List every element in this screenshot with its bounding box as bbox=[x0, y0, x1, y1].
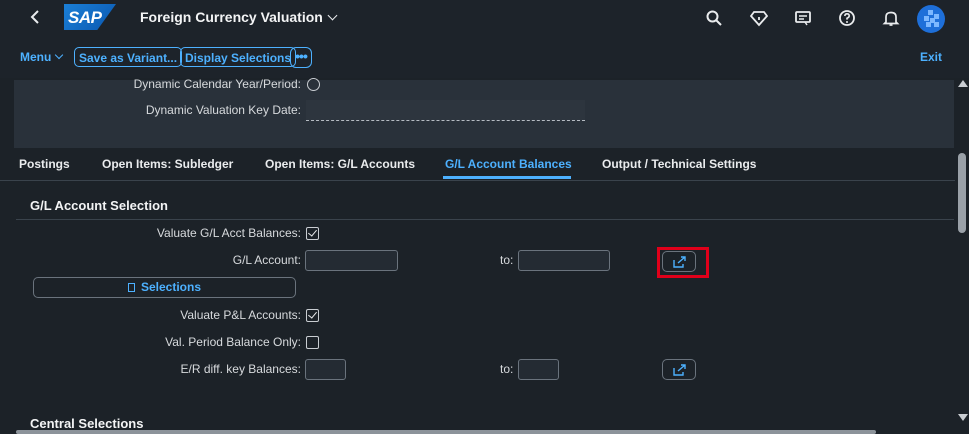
selections-button[interactable]: Selections bbox=[33, 277, 296, 298]
section-title-central-selections: Central Selections bbox=[30, 416, 144, 431]
chevron-down-icon bbox=[55, 50, 64, 60]
app-title-text: Foreign Currency Valuation bbox=[140, 9, 323, 25]
section-divider bbox=[16, 219, 954, 220]
app-title[interactable]: Foreign Currency Valuation bbox=[140, 9, 338, 25]
feedback-icon[interactable] bbox=[794, 9, 812, 27]
help-icon[interactable] bbox=[838, 9, 856, 27]
scroll-up-arrow[interactable] bbox=[958, 80, 968, 87]
er-diff-label: E/R diff. key Balances: bbox=[180, 362, 301, 376]
window-edge bbox=[969, 0, 975, 434]
section-title-gl-selection: G/L Account Selection bbox=[30, 198, 168, 213]
back-icon[interactable] bbox=[26, 7, 46, 27]
menu-label: Menu bbox=[20, 50, 52, 64]
tab-gl-account-balances[interactable]: G/L Account Balances bbox=[445, 157, 572, 171]
avatar[interactable] bbox=[917, 5, 945, 33]
gl-account-to-label: to: bbox=[500, 253, 514, 267]
valuate-gl-checkbox[interactable] bbox=[306, 227, 319, 240]
active-tab-indicator bbox=[443, 176, 571, 179]
er-diff-to-label: to: bbox=[500, 362, 514, 376]
tab-open-items-subledger[interactable]: Open Items: Subledger bbox=[102, 157, 233, 171]
dynamic-valuation-date-field[interactable] bbox=[306, 100, 585, 121]
toolbar: Menu Save as Variant... Display Selectio… bbox=[0, 36, 975, 78]
highlight-box bbox=[657, 247, 709, 278]
er-diff-multiple-selection-button[interactable] bbox=[662, 359, 696, 380]
sap-logo[interactable]: SAP bbox=[64, 4, 116, 30]
er-diff-to-input[interactable] bbox=[518, 359, 559, 380]
menu-button[interactable]: Menu bbox=[20, 50, 64, 64]
dynamic-calendar-radio[interactable] bbox=[307, 78, 320, 91]
list-icon bbox=[127, 283, 135, 292]
scroll-down-arrow[interactable] bbox=[958, 414, 968, 421]
valuate-gl-label: Valuate G/L Acct Balances: bbox=[156, 226, 301, 240]
dynamic-calendar-label: Dynamic Calendar Year/Period: bbox=[133, 77, 301, 91]
er-diff-from-input[interactable] bbox=[305, 359, 346, 380]
gl-account-label: G/L Account: bbox=[232, 253, 301, 267]
more-actions-button[interactable]: ••• bbox=[290, 47, 312, 68]
dynamic-valuation-label: Dynamic Valuation Key Date: bbox=[145, 103, 301, 117]
val-period-checkbox[interactable] bbox=[306, 336, 319, 349]
gl-account-from-input[interactable] bbox=[305, 250, 398, 271]
multiple-selection-icon bbox=[673, 364, 686, 376]
display-selections-button[interactable]: Display Selections bbox=[180, 47, 297, 67]
valuate-pl-label: Valuate P&L Accounts: bbox=[180, 308, 301, 322]
gl-account-to-input[interactable] bbox=[518, 250, 610, 271]
chevron-down-icon bbox=[327, 10, 338, 21]
tab-open-items-gl-accounts[interactable]: Open Items: G/L Accounts bbox=[265, 157, 415, 171]
search-icon[interactable] bbox=[705, 9, 723, 27]
val-period-label: Val. Period Balance Only: bbox=[165, 335, 301, 349]
vertical-scrollbar-thumb[interactable] bbox=[958, 153, 966, 233]
valuate-pl-checkbox[interactable] bbox=[306, 309, 319, 322]
diamond-icon[interactable] bbox=[749, 9, 769, 27]
tab-postings[interactable]: Postings bbox=[19, 157, 70, 171]
horizontal-scrollbar[interactable] bbox=[16, 430, 876, 434]
exit-button[interactable]: Exit bbox=[920, 50, 942, 64]
tab-output-technical-settings[interactable]: Output / Technical Settings bbox=[602, 157, 756, 171]
shell-bar: SAP Foreign Currency Valuation bbox=[0, 0, 975, 36]
bell-icon[interactable] bbox=[882, 9, 900, 27]
save-as-variant-button[interactable]: Save as Variant... bbox=[74, 47, 183, 67]
selections-label: Selections bbox=[140, 280, 202, 294]
